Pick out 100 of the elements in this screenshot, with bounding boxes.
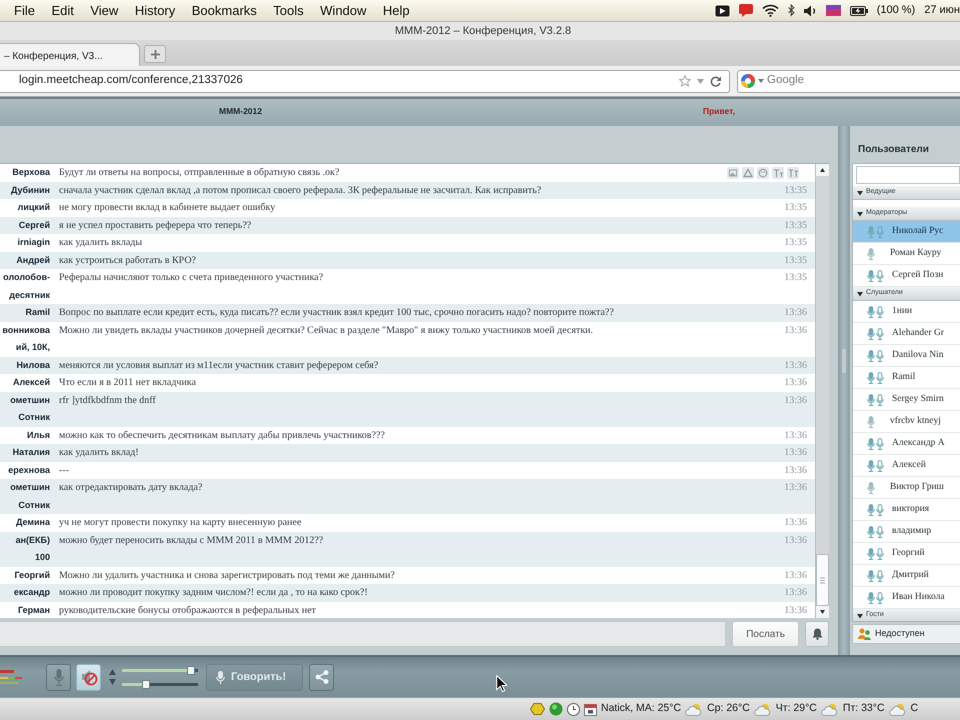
message-text: меняются ли условия выплат из м11если участник ставит реферером себя?: [59, 360, 378, 370]
message-time: 13:35: [784, 254, 807, 266]
author-name: ерехнова: [8, 464, 50, 477]
weather-forecast[interactable]: Ср: 26°C: [707, 701, 750, 717]
menu-item[interactable]: File: [14, 0, 35, 20]
reload-icon[interactable]: [710, 76, 721, 86]
weather-forecast[interactable]: Пт: 33°C: [842, 701, 885, 717]
author-name: ометшин Сотник: [9, 394, 50, 424]
text-size-icon[interactable]: [772, 167, 784, 179]
menu-item[interactable]: History: [134, 0, 176, 20]
hexagon-icon[interactable]: [530, 703, 545, 715]
flag-icon[interactable]: [826, 5, 841, 16]
user-row[interactable]: vfrcbv ktneyj: [853, 411, 960, 433]
share-button[interactable]: [309, 664, 334, 690]
clock-date[interactable]: 27 июн: [924, 2, 960, 19]
weather-forecast[interactable]: Чт: 29°C: [776, 701, 817, 717]
expand-triangle-icon[interactable]: [857, 612, 863, 618]
search-bar[interactable]: Google: [737, 70, 960, 92]
menu-item[interactable]: Edit: [51, 0, 74, 20]
video-icon[interactable]: [714, 4, 730, 16]
scrollbar-thumb[interactable]: [816, 554, 829, 606]
author-name: ометшин Сотник: [9, 481, 50, 512]
menu-item[interactable]: Window: [320, 0, 366, 20]
level-meter-icon: [0, 668, 22, 686]
user-row[interactable]: владимир: [853, 521, 960, 543]
author-name: irniagin: [17, 236, 50, 249]
image-icon[interactable]: [727, 167, 739, 179]
user-row[interactable]: Алексей: [853, 455, 960, 477]
dropdown-caret-icon[interactable]: [758, 79, 764, 83]
expand-triangle-icon[interactable]: [857, 190, 863, 196]
volume-icon[interactable]: [804, 4, 817, 16]
triangle-icon[interactable]: [742, 167, 754, 179]
google-icon[interactable]: [741, 74, 755, 88]
user-row[interactable]: Дмитрий: [853, 565, 960, 587]
address-bar[interactable]: login.meetcheap.com/conference,21337026: [0, 70, 730, 92]
speaker-muted-icon: [80, 668, 98, 686]
message-time: 13:36: [784, 430, 807, 440]
microphone-icon: [867, 416, 875, 428]
text-size-icon[interactable]: [787, 167, 799, 179]
calendar-icon[interactable]: [584, 702, 597, 716]
bell-button[interactable]: [805, 621, 829, 647]
search-field[interactable]: Google: [767, 73, 960, 89]
menu-item[interactable]: Tools: [273, 0, 304, 20]
menu-item[interactable]: Help: [382, 0, 410, 20]
slider-thumb[interactable]: [186, 666, 195, 674]
sun-cloud-icon: [754, 702, 772, 716]
author-name: вонникова ий, 10К,: [1, 324, 50, 354]
wifi-icon[interactable]: [762, 4, 779, 17]
user-row[interactable]: 1нии: [853, 301, 960, 323]
message-input[interactable]: [0, 621, 726, 647]
arrow-down-icon: [109, 679, 116, 685]
user-row[interactable]: Sergey Smirn: [853, 389, 960, 411]
weather-forecast[interactable]: Natick, MA: 25°C: [601, 701, 682, 717]
message-time: 13:35: [784, 220, 807, 230]
user-row[interactable]: Danilova Nin: [853, 345, 960, 367]
message-time: 13:35: [784, 184, 807, 196]
user-row[interactable]: Роман Кауру: [853, 243, 960, 265]
author-name: Дубинин: [10, 184, 50, 197]
author-name: Наталия: [12, 446, 50, 459]
user-row[interactable]: Александр А: [853, 433, 960, 455]
expand-triangle-icon[interactable]: [857, 290, 863, 296]
author-name: Сергей: [18, 218, 50, 232]
author-name: Алексей: [12, 376, 50, 389]
user-row[interactable]: Николай Рус: [853, 221, 960, 243]
url-field[interactable]: login.meetcheap.com/conference,21337026: [19, 73, 673, 89]
weather-forecast[interactable]: С: [910, 701, 918, 717]
message-time: 13:36: [784, 307, 807, 318]
message-text: ---: [59, 464, 69, 476]
microphone-icon: [867, 482, 875, 494]
dropdown-caret-icon[interactable]: [697, 78, 704, 84]
grip-icon[interactable]: [842, 348, 846, 372]
message-time: 13:36: [784, 570, 807, 580]
star-icon[interactable]: [679, 75, 691, 87]
scrollbar-track[interactable]: [815, 164, 829, 618]
user-row[interactable]: Ramil: [853, 367, 960, 389]
browser-tab[interactable]: – Конференция, V3...: [0, 43, 140, 66]
user-row[interactable]: виктория: [853, 499, 960, 521]
smiley-icon[interactable]: [757, 167, 769, 179]
user-status-selector[interactable]: Недоступен: [852, 624, 960, 644]
share-icon: [314, 670, 328, 684]
clock-icon[interactable]: [567, 702, 580, 716]
user-row[interactable]: Alehander Gr: [853, 323, 960, 345]
menu-item[interactable]: View: [90, 0, 118, 20]
speaker-button[interactable]: [76, 664, 101, 690]
user-row[interactable]: Георгий: [853, 543, 960, 565]
user-row[interactable]: Виктор Гриш: [853, 477, 960, 499]
send-button[interactable]: Послать: [732, 621, 800, 647]
battery-icon[interactable]: [850, 6, 868, 16]
expand-triangle-icon[interactable]: [857, 210, 863, 216]
message-time: 13:36: [784, 604, 807, 616]
new-tab-button[interactable]: [144, 45, 166, 63]
user-search-field[interactable]: [856, 166, 960, 184]
menu-item[interactable]: Bookmarks: [192, 0, 257, 20]
author-name: Георгий: [14, 568, 50, 582]
bluetooth-icon[interactable]: [788, 4, 795, 17]
speech-bubble-icon[interactable]: [738, 4, 753, 17]
message-text: можно будет переносить вклады с МММ 2011 в МММ 2012??: [59, 534, 324, 546]
message-text: можно как то обеспечить десятникам выплату дабы привлечь участников???: [59, 430, 385, 440]
message-text: Будут ли ответы на вопросы, отправленные в обратную связь .ок?: [59, 167, 340, 178]
slider-thumb[interactable]: [142, 680, 150, 688]
